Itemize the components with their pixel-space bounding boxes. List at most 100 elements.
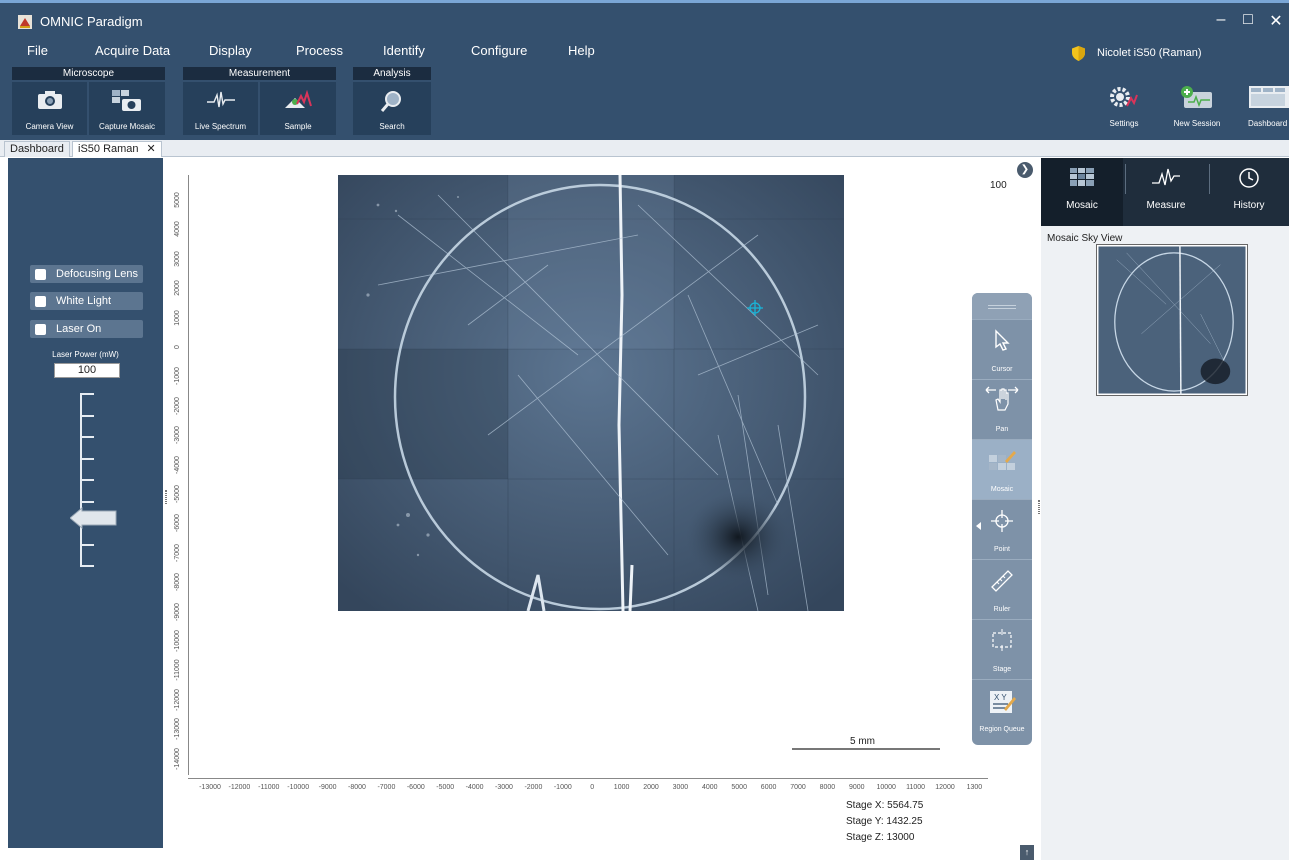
y-tick-label: 0 bbox=[174, 345, 181, 349]
scroll-up-button[interactable]: ↑ bbox=[1020, 845, 1034, 860]
search-icon bbox=[380, 91, 401, 112]
instrument-name: Nicolet iS50 (Raman) bbox=[1097, 47, 1202, 59]
x-tick-label: 4000 bbox=[702, 784, 718, 791]
right-splitter-handle[interactable] bbox=[1038, 500, 1040, 514]
menu-file[interactable]: File bbox=[27, 43, 48, 58]
point-expand-icon[interactable] bbox=[976, 522, 981, 530]
tab-dashboard[interactable]: Dashboard bbox=[4, 141, 70, 157]
laser-power-input[interactable]: 100 bbox=[54, 363, 120, 378]
settings-icon bbox=[1110, 87, 1138, 107]
y-tick-label: 4000 bbox=[174, 221, 181, 238]
slider-tick bbox=[80, 393, 94, 395]
camera-view-button[interactable]: Camera View bbox=[12, 82, 87, 135]
menu-help[interactable]: Help bbox=[568, 43, 595, 58]
cursor-tool[interactable]: Cursor bbox=[972, 319, 1032, 379]
x-tick-label: 5000 bbox=[731, 784, 747, 791]
ruler-icon bbox=[991, 570, 1013, 592]
x-tick-label: 2000 bbox=[643, 784, 659, 791]
x-tick-label: -13000 bbox=[199, 784, 221, 791]
svg-text:X Y: X Y bbox=[994, 693, 1007, 702]
x-tick-label: -4000 bbox=[465, 784, 484, 791]
measurement-group: Measurement Live Spectrum Sample bbox=[183, 67, 336, 137]
close-button[interactable]: ✕ bbox=[1266, 11, 1286, 31]
new-session-button[interactable]: New Session bbox=[1167, 86, 1227, 128]
tab-history[interactable]: History bbox=[1209, 158, 1289, 226]
mosaic-tool[interactable]: Mosaic bbox=[972, 439, 1032, 499]
slider-tick bbox=[80, 457, 94, 460]
app-title: OMNIC Paradigm bbox=[40, 14, 143, 29]
point-icon bbox=[991, 510, 1013, 532]
maximize-button[interactable]: □ bbox=[1238, 11, 1258, 29]
x-tick-label: 3000 bbox=[672, 784, 689, 791]
tab-is50-raman[interactable]: iS50 Raman ✕ bbox=[72, 141, 162, 157]
shield-icon bbox=[1072, 45, 1085, 61]
spectrum-icon bbox=[206, 91, 235, 108]
region-queue-icon: X Y bbox=[990, 691, 1016, 713]
stage-tool[interactable]: Stage bbox=[972, 619, 1032, 679]
tab-mosaic[interactable]: Mosaic bbox=[1041, 158, 1123, 226]
x-tick-label: 11000 bbox=[906, 784, 926, 791]
menu-display[interactable]: Display bbox=[209, 43, 252, 58]
mosaic-sky-view-title: Mosaic Sky View bbox=[1047, 233, 1123, 244]
laser-power-label: Laser Power (mW) bbox=[52, 350, 119, 359]
point-tool[interactable]: Point bbox=[972, 499, 1032, 559]
tab-close-icon[interactable]: ✕ bbox=[147, 143, 156, 155]
x-tick-label: 0 bbox=[590, 784, 595, 791]
live-spectrum-button[interactable]: Live Spectrum bbox=[183, 82, 258, 135]
sample-button[interactable]: Sample bbox=[260, 82, 336, 135]
slider-tick bbox=[80, 500, 94, 503]
pan-tool[interactable]: Pan bbox=[972, 379, 1032, 439]
tool-palette-drag-handle[interactable] bbox=[972, 293, 1032, 319]
mosaic-image[interactable] bbox=[338, 175, 844, 611]
pan-icon bbox=[985, 386, 1019, 411]
menu-identify[interactable]: Identify bbox=[383, 43, 425, 58]
microscope-group: Microscope Camera View Capture Mosaic bbox=[12, 67, 165, 137]
search-button[interactable]: Search bbox=[353, 82, 431, 135]
y-tick-label: -8000 bbox=[174, 573, 181, 592]
laser-on-checkbox[interactable] bbox=[35, 324, 46, 335]
microscope-control-panel: Defocusing Lens White Light Laser On Las… bbox=[8, 158, 163, 848]
mosaic-icon bbox=[1070, 168, 1094, 186]
slider-tick bbox=[80, 479, 94, 481]
tab-measure[interactable]: Measure bbox=[1125, 158, 1207, 226]
white-light-toggle[interactable]: White Light bbox=[30, 292, 143, 310]
y-tick-label: -9000 bbox=[174, 602, 181, 621]
collapse-panel-button[interactable]: ❯ bbox=[1017, 162, 1033, 178]
ribbon: Microscope Camera View Capture Mosaic Me… bbox=[0, 66, 1289, 140]
mosaic-sky-view-image[interactable] bbox=[1096, 244, 1248, 396]
x-tick-label: -3000 bbox=[495, 784, 513, 791]
sample-icon bbox=[285, 90, 312, 108]
x-tick-label: 1300 bbox=[966, 784, 983, 791]
measure-icon bbox=[1152, 168, 1180, 186]
menu-acquire-data[interactable]: Acquire Data bbox=[95, 43, 170, 58]
x-tick-label: -9000 bbox=[318, 784, 337, 791]
menu-configure[interactable]: Configure bbox=[471, 43, 527, 58]
laser-power-slider-thumb[interactable] bbox=[70, 506, 118, 529]
ruler-tool[interactable]: Ruler bbox=[972, 559, 1032, 619]
stage-icon bbox=[992, 629, 1012, 651]
settings-button[interactable]: Settings bbox=[1094, 86, 1154, 128]
mosaic-camera-icon bbox=[112, 90, 141, 111]
dashboard-button[interactable]: Dashboard bbox=[1244, 86, 1289, 128]
scale-bar-label: 5 mm bbox=[850, 736, 875, 747]
x-tick-label: -5000 bbox=[436, 784, 455, 791]
slider-tick bbox=[80, 436, 94, 438]
y-tick-label: -14000 bbox=[174, 747, 181, 770]
x-tick-label: 8000 bbox=[819, 784, 836, 791]
y-tick-label: 3000 bbox=[174, 251, 181, 267]
defocusing-lens-toggle[interactable]: Defocusing Lens bbox=[30, 265, 143, 283]
minimize-button[interactable]: – bbox=[1211, 11, 1231, 29]
region-queue-tool[interactable]: X Y Region Queue bbox=[972, 679, 1032, 739]
stage-position-readout: Stage X: 5564.75 Stage Y: 1432.25 Stage … bbox=[846, 798, 923, 846]
defocusing-lens-checkbox[interactable] bbox=[35, 269, 46, 280]
white-light-checkbox[interactable] bbox=[35, 296, 46, 307]
laser-on-toggle[interactable]: Laser On bbox=[30, 320, 143, 338]
y-tick-label: -2000 bbox=[174, 396, 181, 415]
x-tick-label: -6000 bbox=[406, 784, 425, 791]
x-axis bbox=[188, 778, 988, 779]
menu-process[interactable]: Process bbox=[296, 43, 343, 58]
y-tick-label: -12000 bbox=[174, 688, 181, 711]
instrument-status[interactable]: Nicolet iS50 (Raman) bbox=[1072, 44, 1202, 62]
stage-x: Stage X: 5564.75 bbox=[846, 800, 924, 811]
capture-mosaic-button[interactable]: Capture Mosaic bbox=[89, 82, 165, 135]
